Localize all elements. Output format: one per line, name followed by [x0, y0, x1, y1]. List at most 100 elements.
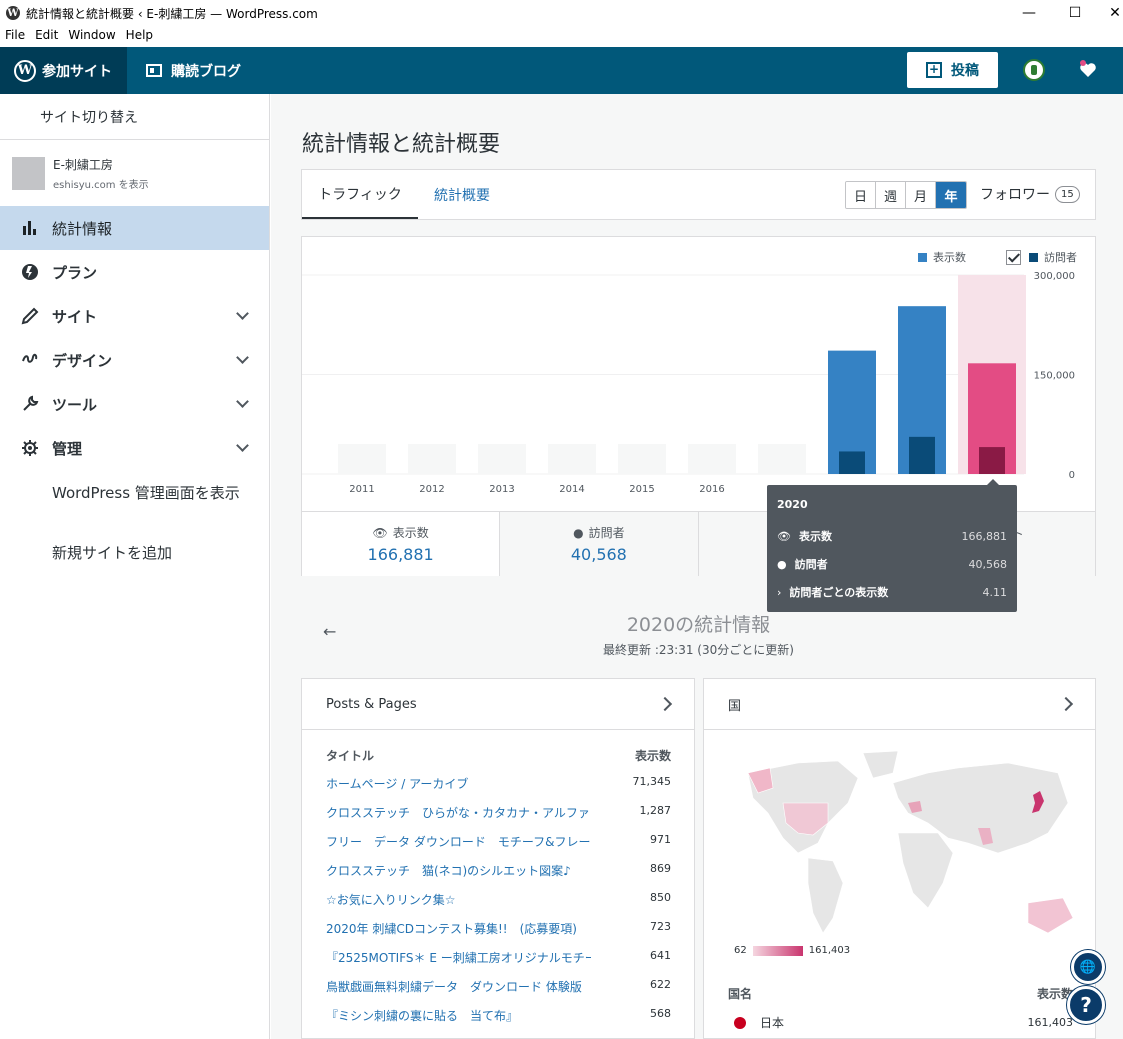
post-title[interactable]: ☆お気に入りリンク集☆: [326, 891, 591, 908]
summary-visitors[interactable]: ● 訪問者 40,568: [500, 512, 699, 576]
tooltip-vpv-label: 訪問者ごとの表示数: [789, 586, 889, 599]
sidebar-item-label: 管理: [52, 439, 83, 458]
page-title: 統計情報と統計概要: [302, 132, 501, 157]
write-post-button[interactable]: + 投稿: [907, 52, 998, 88]
wordpress-logo-icon: W: [6, 6, 20, 20]
bar-empty: [408, 444, 456, 474]
tooltip-year: 2020: [777, 498, 808, 511]
chevron-right-icon[interactable]: [657, 696, 673, 712]
post-title[interactable]: 『ミシン刺繍の裏に貼る 当て布』: [326, 1007, 591, 1024]
person-icon: ●: [777, 557, 787, 571]
world-map: [747, 750, 1074, 934]
summary-views[interactable]: 👁 表示数 166,881: [302, 512, 501, 576]
chevron-down-icon[interactable]: [236, 439, 249, 452]
posts-pages-header[interactable]: Posts & Pages: [302, 679, 694, 730]
chevron-down-icon[interactable]: [236, 351, 249, 364]
help-icon[interactable]: ?: [1067, 986, 1105, 1024]
post-row[interactable]: クロスステッチ 猫(ネコ)のシルエット図案♪ 869: [326, 862, 671, 879]
tooltip-visitors-value: 40,568: [968, 557, 1008, 571]
tooltip-views-value: 166,881: [961, 529, 1008, 543]
followers-count: 15: [1055, 185, 1080, 203]
menu-bar: File Edit Window Help: [0, 28, 158, 46]
bar-visitors: [909, 436, 935, 474]
scale-min: 62: [734, 945, 747, 956]
x-tick-label: 2014: [559, 484, 584, 495]
post-title[interactable]: 鳥獣戯画無料刺繍データ ダウンロード 体験版: [326, 978, 591, 995]
sidebar: サイト切り替え E-刺繍工房 eshisyu.com を表示 統計情報 プラン …: [0, 94, 270, 1039]
posts-pages-card: Posts & Pages タイトル 表示数 ホームページ / アーカイブ 71,…: [301, 678, 695, 1039]
post-row[interactable]: フリー データ ダウンロード モチーフ&フレー 971: [326, 833, 671, 850]
post-row[interactable]: 『ミシン刺繍の裏に貼る 当て布』 568: [326, 1007, 671, 1024]
post-row[interactable]: ホームページ / アーカイブ 71,345: [326, 775, 671, 792]
post-row[interactable]: 『2525MOTIFS＊ E ー刺繍工房オリジナルモチー 641: [326, 949, 671, 966]
minimize-button[interactable]: —: [1006, 0, 1052, 26]
sidebar-item-site[interactable]: サイト: [0, 294, 269, 338]
my-sites-label: 参加サイト: [42, 63, 112, 80]
sidebar-item-stats[interactable]: 統計情報: [0, 206, 269, 250]
country-row[interactable]: 日本 161,403: [734, 1014, 1073, 1031]
chevron-down-icon[interactable]: [236, 307, 249, 320]
post-title[interactable]: クロスステッチ ひらがな・カタカナ・アルファ: [326, 804, 591, 821]
bar-empty: [688, 444, 736, 474]
sidebar-item-tools[interactable]: ツール: [0, 382, 269, 426]
switch-site-button[interactable]: サイト切り替え: [0, 94, 269, 140]
menu-edit[interactable]: Edit: [30, 28, 63, 46]
col-title: タイトル: [326, 749, 375, 763]
post-row[interactable]: クロスステッチ ひらがな・カタカナ・アルファ 1,287: [326, 804, 671, 821]
x-tick-label: 2013: [489, 484, 514, 495]
period-year[interactable]: 年: [936, 182, 966, 208]
user-avatar[interactable]: [1023, 59, 1045, 81]
sidebar-item-manage[interactable]: 管理: [0, 426, 269, 470]
chevron-down-icon[interactable]: [236, 395, 249, 408]
eye-icon: 👁: [777, 529, 791, 543]
post-row[interactable]: 2020年 刺繍CDコンテスト募集!! (応募要項) 723: [326, 920, 671, 937]
y-tick-label: 0: [1069, 470, 1075, 481]
reader-button[interactable]: 購読ブログ: [146, 47, 241, 94]
period-title: 2020の統計情報: [626, 614, 771, 636]
post-title[interactable]: ホームページ / アーカイブ: [326, 775, 591, 792]
period-week[interactable]: 週: [876, 182, 906, 208]
globe-icon[interactable]: 🌐: [1071, 950, 1105, 984]
post-row[interactable]: ☆お気に入りリンク集☆ 850: [326, 891, 671, 908]
period-month[interactable]: 月: [906, 182, 936, 208]
post-title[interactable]: フリー データ ダウンロード モチーフ&フレー: [326, 833, 591, 850]
add-site-link[interactable]: 新規サイトを追加: [0, 542, 172, 563]
menu-help[interactable]: Help: [121, 28, 158, 46]
post-title[interactable]: クロスステッチ 猫(ネコ)のシルエット図案♪: [326, 862, 591, 879]
bar-empty: [758, 444, 806, 474]
followers-link[interactable]: フォロワー 15: [980, 184, 1080, 204]
post-title[interactable]: 2020年 刺繍CDコンテスト募集!! (応募要項): [326, 920, 591, 937]
close-button[interactable]: ✕: [1092, 0, 1123, 26]
x-tick-label: 2015: [629, 484, 654, 495]
post-title[interactable]: 『2525MOTIFS＊ E ー刺繍工房オリジナルモチー: [326, 949, 591, 966]
bar-visitors: [979, 447, 1005, 474]
sidebar-item-plans[interactable]: プラン: [0, 250, 269, 294]
menu-file[interactable]: File: [0, 28, 30, 46]
sidebar-item-label: ツール: [52, 395, 98, 414]
menu-window[interactable]: Window: [63, 28, 120, 46]
tooltip-views-label: 表示数: [798, 530, 832, 543]
notifications-icon[interactable]: [1077, 58, 1099, 80]
last-updated: 最終更新 :23:31 (30分ごとに更新): [603, 643, 794, 657]
summary-visitors-value: 40,568: [570, 545, 627, 564]
person-icon: ●: [573, 525, 584, 540]
post-views: 850: [650, 891, 671, 904]
post-row[interactable]: 鳥獣戯画無料刺繍データ ダウンロード 体験版 622: [326, 978, 671, 995]
tooltip-visitors-row: ● 訪問者 40,568: [777, 554, 1007, 574]
tab-traffic[interactable]: トラフィック: [302, 170, 418, 219]
post-views: 622: [650, 978, 671, 991]
wp-admin-link[interactable]: WordPress 管理画面を表示: [0, 482, 240, 503]
post-views: 723: [650, 920, 671, 933]
write-post-label: 投稿: [951, 63, 979, 79]
chevron-right-icon[interactable]: [1058, 696, 1074, 712]
my-sites-button[interactable]: W 参加サイト: [0, 47, 127, 94]
countries-card: 国 62 161,403 国名 表示数 日本 161,403: [703, 678, 1096, 1039]
summary-views-label: 表示数: [392, 526, 429, 540]
countries-table-header: 国名 表示数: [728, 985, 1073, 1002]
countries-header[interactable]: 国: [704, 679, 1095, 730]
period-day[interactable]: 日: [846, 182, 876, 208]
x-tick-label: 2011: [349, 484, 374, 495]
tab-insights[interactable]: 統計概要: [434, 170, 490, 219]
sidebar-item-design[interactable]: デザイン: [0, 338, 269, 382]
current-site[interactable]: E-刺繍工房 eshisyu.com を表示: [0, 140, 269, 206]
